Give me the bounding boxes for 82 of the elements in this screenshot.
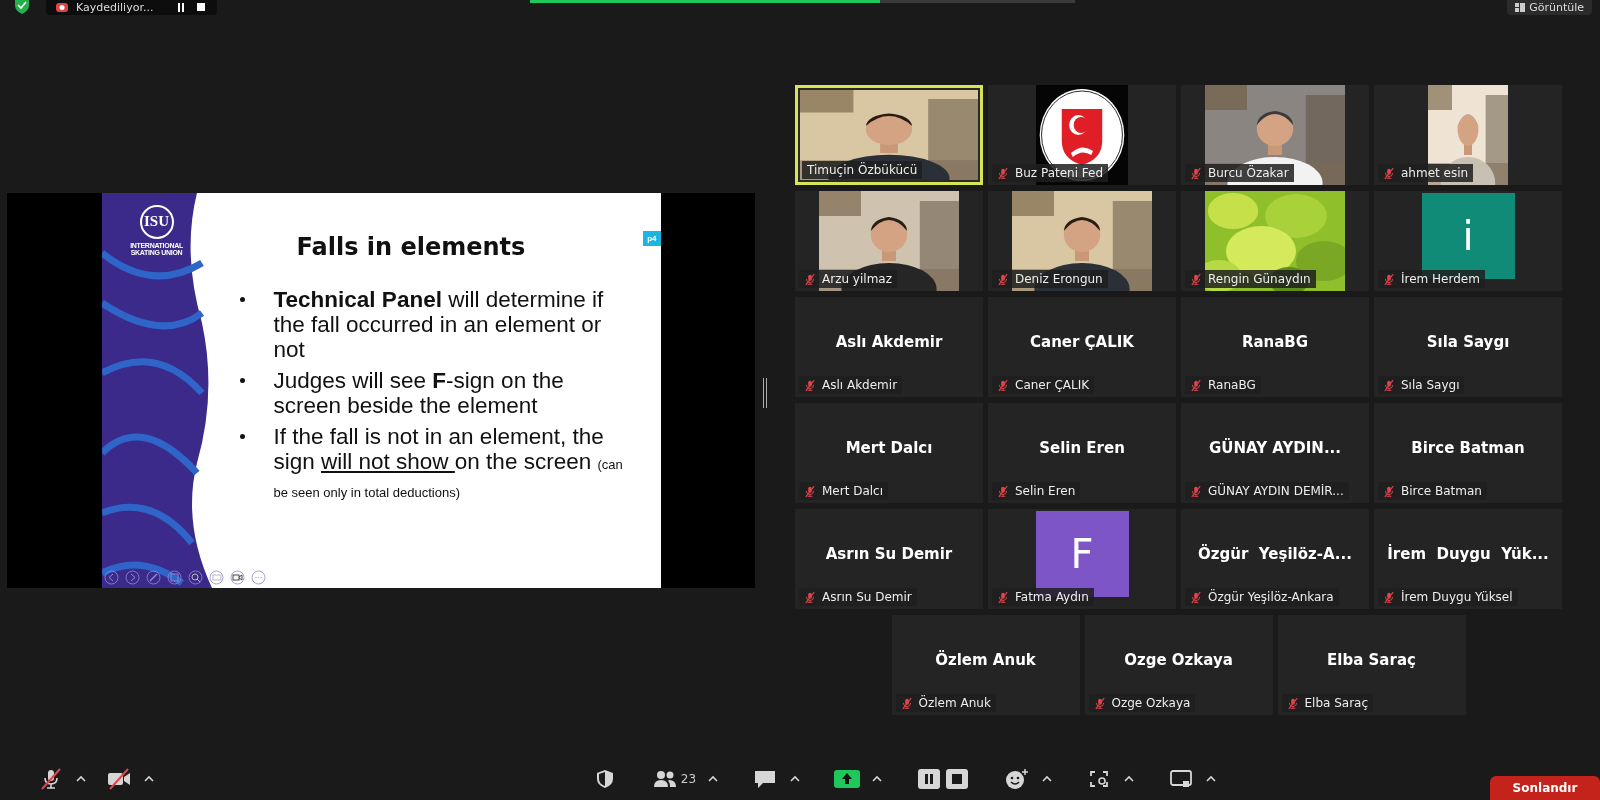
- participant-name: ahmet esin: [1401, 166, 1469, 180]
- participant-name: Ozge Ozkaya: [1124, 651, 1233, 669]
- pause-stop-icon: [916, 768, 971, 790]
- sharing-bar[interactable]: [530, 0, 1075, 3]
- participant-name: Rengin Günaydın: [1208, 272, 1311, 286]
- view-button[interactable]: Görüntüle: [1507, 0, 1592, 15]
- bullet-icon: [239, 377, 245, 383]
- participant-name: Mert Dalcı: [845, 439, 933, 457]
- bullet-icon: [239, 433, 245, 439]
- caret-icon[interactable]: [790, 775, 801, 783]
- page-badge: p4: [643, 230, 661, 246]
- participant-name: GÜNAY AYDIN DEMİR...: [1208, 484, 1344, 498]
- caret-icon[interactable]: [1206, 775, 1217, 783]
- participant-name: Mert Dalcı: [822, 484, 884, 498]
- participant-name: RanaBG: [1241, 333, 1309, 351]
- pen-icon[interactable]: [145, 569, 161, 585]
- caret-icon[interactable]: [872, 775, 883, 783]
- grid-icon: [1515, 3, 1526, 12]
- recording-label: Kaydediliyor...: [76, 1, 154, 14]
- muted-microphone-icon: [38, 768, 64, 790]
- stop-icon[interactable]: [195, 2, 208, 13]
- end-button[interactable]: Sonlandır: [1490, 776, 1600, 800]
- participant-name: Özgür Yeşilöz-Ankara: [1208, 590, 1334, 604]
- whiteboard-icon: [1168, 768, 1195, 790]
- participant-name: RanaBG: [1208, 378, 1256, 392]
- participant-name: Elba Saraç: [1304, 696, 1369, 710]
- logo-text: ISU: [139, 204, 174, 239]
- bullet-text: If the fall is not in an element, the sign will not show on the screen (can be seen only in total deductions): [273, 423, 624, 502]
- participant-name: Burcu Özakar: [1208, 166, 1289, 180]
- participant-name: GÜNAY AYDIN...: [1209, 439, 1341, 457]
- participants-button[interactable]: 23: [651, 768, 697, 790]
- participant-name: İrem Herdem: [1401, 272, 1480, 286]
- participant-name: Özlem Anuk: [935, 651, 1036, 669]
- zoom-icon[interactable]: [187, 569, 203, 585]
- bullet-text: Judges will see F-sign on the screen beside the element: [273, 367, 565, 418]
- share-screen-icon: [834, 768, 861, 790]
- participant-name: Birce Batman: [1401, 484, 1482, 498]
- grid-icon[interactable]: [166, 569, 182, 585]
- participant-name: Elba Saraç: [1327, 651, 1416, 669]
- participant-name: İrem Duygu Yüksel: [1401, 590, 1513, 604]
- caret-icon[interactable]: [1124, 775, 1135, 783]
- bullet-icon: [239, 296, 245, 302]
- participant-name: İrem Duygu Yük...: [1387, 545, 1549, 563]
- caret-icon[interactable]: [76, 775, 86, 783]
- reactions-button[interactable]: [1004, 768, 1031, 790]
- camera-off-icon: [106, 768, 132, 790]
- record-icon: [56, 3, 68, 12]
- caption-icon[interactable]: [208, 569, 224, 585]
- bullet-text: Technical Panel will determine if the fall occurred in an element or not: [273, 286, 605, 362]
- participant-name: Ozge Ozkaya: [1111, 696, 1191, 710]
- whiteboard-button[interactable]: [1168, 768, 1195, 790]
- slide-title: Falls in elements: [296, 232, 526, 261]
- participant-name: Özgür Yeşilöz-A...: [1198, 545, 1352, 563]
- participant-name: Asrın Su Demir: [825, 545, 953, 563]
- video-icon[interactable]: [229, 569, 245, 585]
- participant-name: Timuçin Özbükücü: [807, 163, 918, 177]
- participant-name: Asrın Su Demir: [822, 590, 912, 604]
- participant-name: Caner ÇALIK: [1015, 378, 1090, 392]
- participant-name: Sıla Saygı: [1426, 333, 1510, 351]
- share-button[interactable]: [834, 768, 861, 790]
- participant-name: Caner ÇALIK: [1030, 333, 1134, 351]
- participant-name: Özlem Anuk: [918, 696, 991, 710]
- caret-icon[interactable]: [144, 775, 154, 783]
- participant-name: Birce Batman: [1411, 439, 1525, 457]
- mic-button[interactable]: [38, 768, 64, 790]
- participant-name: Selin Eren: [1039, 439, 1125, 457]
- people-icon: [651, 768, 678, 790]
- participant-name: Aslı Akdemir: [835, 333, 943, 351]
- smiley-plus-icon: [1004, 768, 1031, 790]
- participant-name: Aslı Akdemir: [822, 378, 898, 392]
- caret-icon[interactable]: [708, 775, 719, 783]
- participant-name: Arzu yilmaz: [822, 272, 892, 286]
- shield-check-icon[interactable]: [14, 0, 30, 14]
- participant-name: Selin Eren: [1015, 484, 1076, 498]
- pause-stop-button[interactable]: [916, 768, 971, 790]
- participant-name: Sıla Saygı: [1401, 378, 1460, 392]
- resize-handle[interactable]: [763, 378, 767, 408]
- caret-icon[interactable]: [1042, 775, 1053, 783]
- participant-name: Fatma Aydın: [1015, 590, 1089, 604]
- participant-name: Buz Pateni Fed: [1015, 166, 1104, 180]
- camera-button[interactable]: [106, 768, 132, 790]
- participant-name: Deniz Erongun: [1015, 272, 1103, 286]
